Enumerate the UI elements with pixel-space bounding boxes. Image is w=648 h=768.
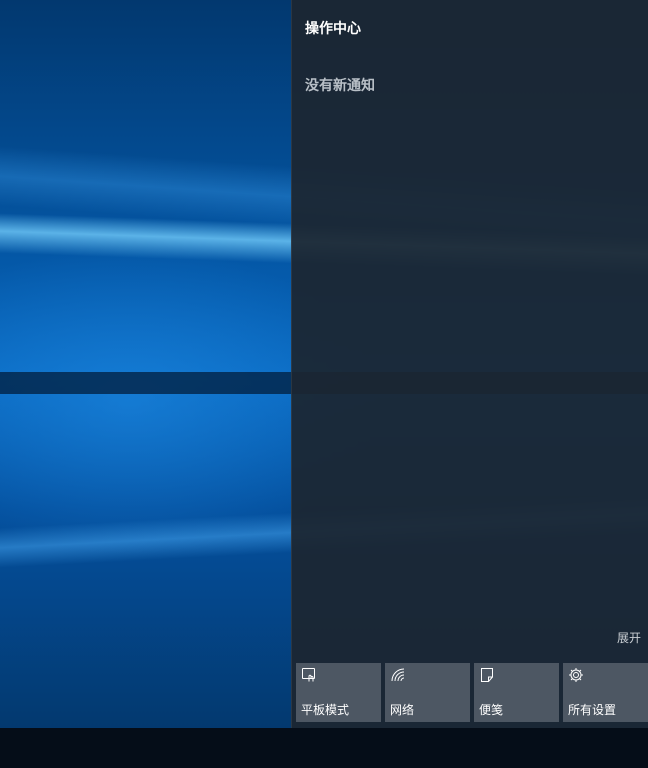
note-tile[interactable]: 便笺 (474, 663, 559, 722)
network-label: 网络 (390, 703, 415, 717)
network-icon (390, 667, 406, 683)
tablet-mode-icon (301, 667, 317, 683)
tablet-mode-label: 平板模式 (301, 703, 350, 717)
tablet-mode-tile[interactable]: 平板模式 (296, 663, 381, 722)
no-notifications-text: 没有新通知 (305, 78, 375, 94)
quick-actions-bar: 平板模式 网络 便笺 所有设置 (296, 663, 648, 722)
action-center-panel: 操作中心 没有新通知 展开 平板模式 网络 便笺 所有设置 (291, 0, 648, 728)
all-settings-label: 所有设置 (568, 703, 617, 717)
taskbar (0, 728, 648, 768)
expand-link[interactable]: 展开 (617, 629, 641, 646)
note-icon (479, 667, 495, 683)
action-center-title: 操作中心 (305, 21, 361, 37)
network-tile[interactable]: 网络 (385, 663, 470, 722)
settings-gear-icon (568, 667, 584, 683)
note-label: 便笺 (479, 703, 504, 717)
all-settings-tile[interactable]: 所有设置 (563, 663, 648, 722)
